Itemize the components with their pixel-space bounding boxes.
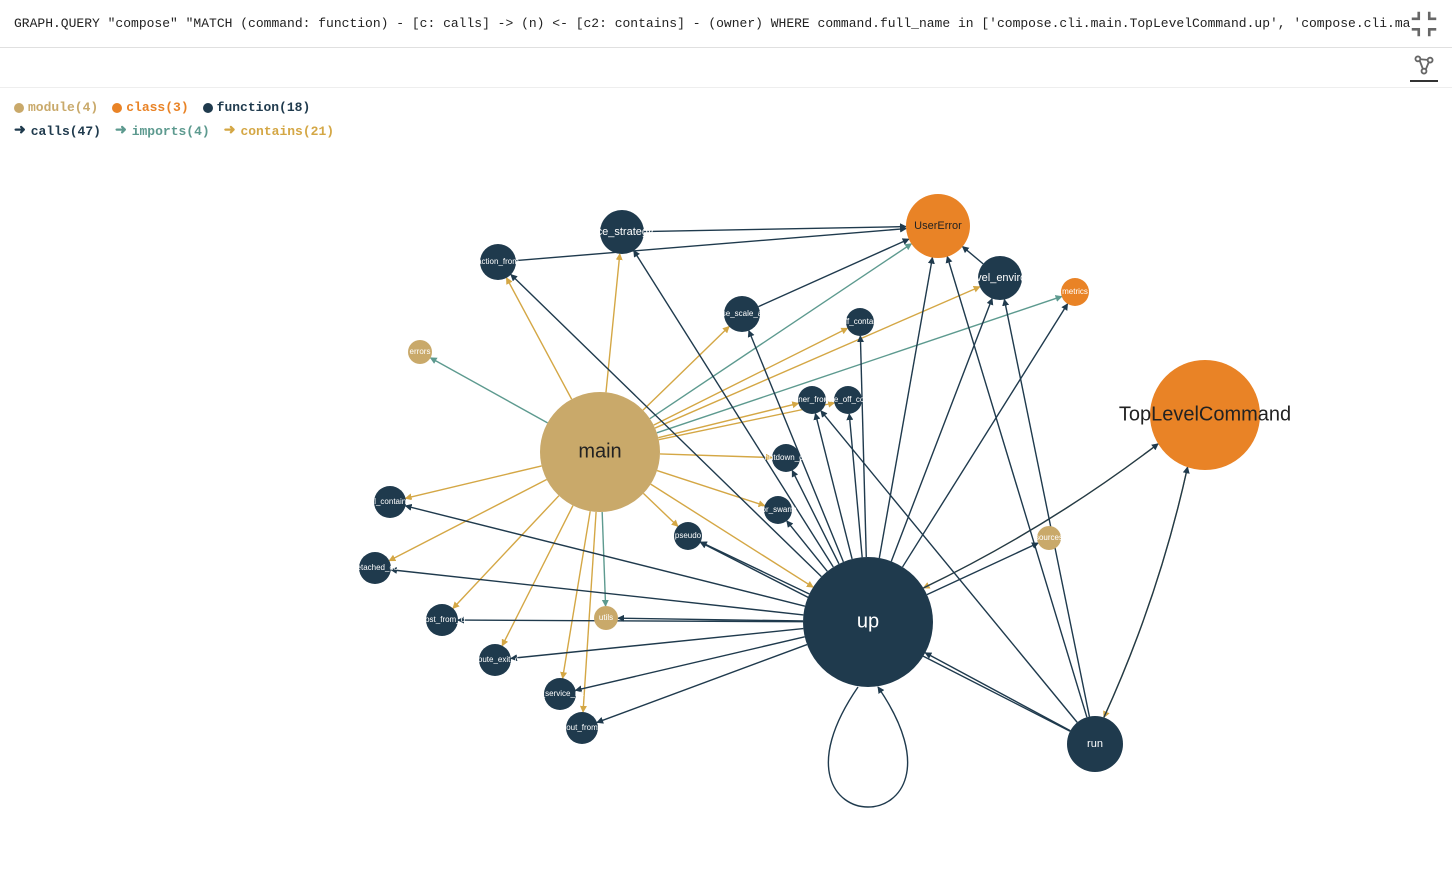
edge-calls	[516, 229, 906, 261]
legend-item[interactable]: class(3)	[112, 96, 188, 119]
edge-calls	[925, 653, 1070, 731]
legend-node-types: module(4) class(3) function(18)	[14, 96, 1438, 119]
edge-imports	[602, 512, 605, 606]
edge-calls	[792, 471, 839, 564]
graph-node[interactable]: pseudo	[674, 522, 702, 550]
edge-calls	[860, 336, 866, 557]
edge-contains	[507, 278, 572, 399]
edge-calls	[879, 258, 932, 558]
edge-imports	[430, 358, 547, 423]
edge-contains	[389, 479, 546, 560]
graph-node[interactable]: up	[803, 557, 933, 687]
graph-node[interactable]: mpute_exit_c	[471, 644, 519, 676]
legend-item[interactable]: function(18)	[203, 96, 311, 119]
edge-contains	[1104, 467, 1188, 717]
edge-calls	[947, 257, 1087, 718]
edge-contains	[660, 454, 772, 458]
edge-calls	[849, 414, 862, 557]
graph-node[interactable]: UserError	[906, 194, 970, 258]
edge-calls	[511, 629, 803, 659]
graph-node[interactable]: level_environ	[968, 256, 1033, 300]
graph-node[interactable]: errors	[408, 340, 432, 364]
graph-node[interactable]: sources	[1035, 526, 1063, 550]
edge-calls	[1104, 467, 1188, 717]
graph-node[interactable]: action_from	[477, 244, 519, 280]
graph-node[interactable]: metrics	[1061, 278, 1089, 306]
edge-calls	[1004, 300, 1089, 717]
edge-contains	[453, 496, 559, 609]
edge-contains	[406, 466, 542, 498]
edge-contains	[502, 506, 573, 646]
graph-node[interactable]: off_contain	[841, 308, 880, 336]
edge-contains	[657, 471, 765, 506]
graph-node[interactable]: detached_co	[352, 552, 398, 584]
edge-calls	[597, 645, 807, 723]
graph-node[interactable]: rse_scale_ar	[719, 296, 765, 332]
legend-item[interactable]: module(4)	[14, 96, 98, 119]
edge-calls	[963, 247, 984, 264]
graph-node[interactable]: utils	[594, 606, 618, 630]
edge-calls	[749, 331, 844, 562]
collapse-icon[interactable]	[1410, 10, 1438, 38]
toolbar	[0, 48, 1452, 88]
edge-contains	[606, 254, 620, 392]
edge-calls	[903, 304, 1068, 567]
edge-calls	[828, 687, 907, 807]
graph-node[interactable]: heout_from_o	[557, 712, 607, 744]
query-bar: GRAPH.QUERY "compose" "MATCH (command: f…	[0, 0, 1452, 48]
edge-calls	[891, 299, 992, 562]
graph-node[interactable]: kill_container	[367, 486, 414, 518]
graph-node[interactable]: main	[540, 392, 660, 512]
graph-canvas[interactable]: mainupTopLevelCommandrunUserErrormetrics…	[0, 130, 1452, 870]
graph-node[interactable]: e_service_na	[536, 678, 584, 710]
graph-node[interactable]: one_off_cont	[825, 386, 872, 414]
edge-calls	[927, 543, 1038, 595]
edge-calls	[576, 637, 805, 691]
edge-contains	[643, 327, 729, 411]
graph-view-icon[interactable]	[1410, 54, 1438, 82]
edge-imports	[650, 244, 912, 419]
query-text[interactable]: GRAPH.QUERY "compose" "MATCH (command: f…	[14, 16, 1410, 31]
edge-calls	[644, 227, 906, 232]
graph-node[interactable]: run	[1067, 716, 1123, 772]
